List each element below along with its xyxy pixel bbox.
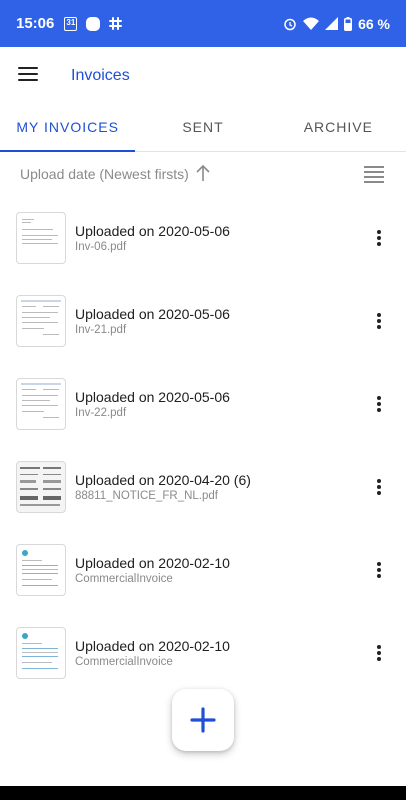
app-bar: Invoices — [0, 47, 406, 105]
status-time: 15:06 — [16, 15, 55, 32]
sort-label[interactable]: Upload date (Newest firsts) — [20, 166, 189, 182]
page-title: Invoices — [71, 67, 130, 84]
item-title: Uploaded on 2020-02-10 — [75, 638, 230, 654]
item-filename: Inv-21.pdf — [75, 324, 127, 336]
more-vert-icon[interactable] — [372, 645, 386, 663]
list-item[interactable]: Uploaded on 2020-02-10 CommercialInvoice — [0, 613, 406, 696]
item-title: Uploaded on 2020-05-06 — [75, 306, 230, 322]
calendar-icon: 31 — [64, 16, 78, 31]
item-title: Uploaded on 2020-02-10 — [75, 555, 230, 571]
list-item[interactable]: Uploaded on 2020-04-20 (6) 88811_NOTICE_… — [0, 447, 406, 530]
item-filename: Inv-22.pdf — [75, 407, 127, 419]
system-nav-bar — [0, 786, 406, 800]
more-vert-icon[interactable] — [372, 396, 386, 414]
add-invoice-button[interactable] — [172, 689, 234, 751]
tab-bar: MY INVOICES SENT ARCHIVE — [0, 105, 406, 152]
more-vert-icon[interactable] — [372, 562, 386, 580]
status-bar: 15:06 31 66 % — [0, 0, 406, 47]
item-filename: CommercialInvoice — [75, 573, 173, 585]
item-title: Uploaded on 2020-05-06 — [75, 223, 230, 239]
hamburger-menu-icon[interactable] — [18, 67, 38, 83]
item-title: Uploaded on 2020-04-20 (6) — [75, 472, 251, 488]
invoice-list: Uploaded on 2020-05-06 Inv-06.pdf Upload… — [0, 198, 406, 696]
arrow-up-icon[interactable] — [195, 164, 211, 187]
list-item[interactable]: Uploaded on 2020-05-06 Inv-21.pdf — [0, 281, 406, 364]
document-thumbnail — [16, 544, 66, 596]
tab-sent[interactable]: SENT — [135, 105, 270, 151]
signal-icon — [325, 17, 339, 30]
calendar-day: 31 — [64, 16, 78, 31]
tab-my-invoices[interactable]: MY INVOICES — [0, 105, 136, 152]
list-view-icon[interactable] — [364, 166, 384, 186]
sort-row: Upload date (Newest firsts) — [0, 152, 406, 198]
status-indicators: 66 % — [283, 16, 390, 32]
battery-icon — [344, 16, 353, 31]
list-item[interactable]: Uploaded on 2020-05-06 Inv-06.pdf — [0, 198, 406, 281]
slack-icon — [109, 17, 123, 30]
wifi-icon — [303, 17, 320, 30]
alarm-icon — [283, 17, 297, 31]
tab-archive[interactable]: ARCHIVE — [271, 105, 406, 151]
document-thumbnail — [16, 295, 66, 347]
battery-percent: 66 % — [358, 15, 390, 32]
item-filename: CommercialInvoice — [75, 656, 173, 668]
more-vert-icon[interactable] — [372, 230, 386, 248]
item-filename: Inv-06.pdf — [75, 241, 127, 253]
document-thumbnail — [16, 212, 66, 264]
document-thumbnail — [16, 378, 66, 430]
document-thumbnail — [16, 627, 66, 679]
more-vert-icon[interactable] — [372, 313, 386, 331]
item-filename: 88811_NOTICE_FR_NL.pdf — [75, 490, 218, 502]
app-icon — [86, 16, 101, 31]
item-title: Uploaded on 2020-05-06 — [75, 389, 230, 405]
document-thumbnail — [16, 461, 66, 513]
plus-icon — [190, 707, 216, 733]
list-item[interactable]: Uploaded on 2020-02-10 CommercialInvoice — [0, 530, 406, 613]
list-item[interactable]: Uploaded on 2020-05-06 Inv-22.pdf — [0, 364, 406, 447]
more-vert-icon[interactable] — [372, 479, 386, 497]
